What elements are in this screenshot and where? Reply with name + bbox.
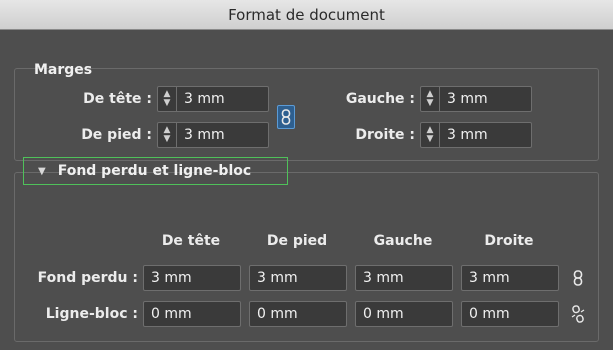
bleed-right-value[interactable]: 3 mm [462,270,510,286]
slug-row-label: Ligne-bloc : [45,306,138,322]
window-titlebar: Format de document [0,0,613,30]
up-down-stepper-icon[interactable]: ▲ ▼ [421,123,440,147]
up-down-stepper-icon[interactable]: ▲ ▼ [158,87,177,111]
slug-left-value[interactable]: 0 mm [356,306,404,322]
broken-chain-icon [571,305,585,323]
margin-left-label: Gauche : [345,91,415,107]
chain-link-icon [573,270,583,286]
slug-left-field[interactable]: 0 mm [355,301,453,327]
bleed-left-field[interactable]: 3 mm [355,265,453,291]
bleed-top-value[interactable]: 3 mm [144,270,192,286]
margin-left-field[interactable]: ▲ ▼ 3 mm [420,86,532,112]
column-head-top: De tête [161,233,221,249]
slug-top-field[interactable]: 0 mm [143,301,241,327]
margins-title: Marges [34,62,93,78]
margin-right-label: Droite : [355,127,415,143]
margin-bottom-field[interactable]: ▲ ▼ 3 mm [157,122,269,148]
column-head-bottom: De pied [266,233,328,249]
bleed-bottom-field[interactable]: 3 mm [249,265,347,291]
margin-left-value[interactable]: 3 mm [440,91,488,107]
margins-link-button[interactable] [277,105,295,129]
margin-bottom-label: De pied : [81,127,152,143]
slug-right-field[interactable]: 0 mm [461,301,559,327]
slug-bottom-field[interactable]: 0 mm [249,301,347,327]
up-down-stepper-icon[interactable]: ▲ ▼ [421,87,440,111]
slug-bottom-value[interactable]: 0 mm [250,306,298,322]
slug-top-value[interactable]: 0 mm [144,306,192,322]
chain-link-icon [281,109,291,125]
margin-top-value[interactable]: 3 mm [177,91,225,107]
column-head-left: Gauche [373,233,433,249]
column-head-right: Droite [484,233,534,249]
bleed-bottom-value[interactable]: 3 mm [250,270,298,286]
up-down-stepper-icon[interactable]: ▲ ▼ [158,123,177,147]
bleed-top-field[interactable]: 3 mm [143,265,241,291]
bleed-left-value[interactable]: 3 mm [356,270,404,286]
slug-unlink-button[interactable] [569,302,587,326]
bleed-slug-disclosure[interactable]: ▼ Fond perdu et ligne-bloc [23,157,288,185]
margin-right-field[interactable]: ▲ ▼ 3 mm [420,122,532,148]
margin-top-field[interactable]: ▲ ▼ 3 mm [157,86,269,112]
slug-right-value[interactable]: 0 mm [462,306,510,322]
bleed-right-field[interactable]: 3 mm [461,265,559,291]
bleed-link-button[interactable] [569,266,587,290]
margin-top-label: De tête : [83,91,152,107]
margin-right-value[interactable]: 3 mm [440,127,488,143]
bleed-slug-title: Fond perdu et ligne-bloc [57,163,252,179]
window-title: Format de document [228,5,385,24]
chevron-down-icon[interactable]: ▼ [38,166,46,177]
bleed-row-label: Fond perdu : [37,270,138,286]
margin-bottom-value[interactable]: 3 mm [177,127,225,143]
